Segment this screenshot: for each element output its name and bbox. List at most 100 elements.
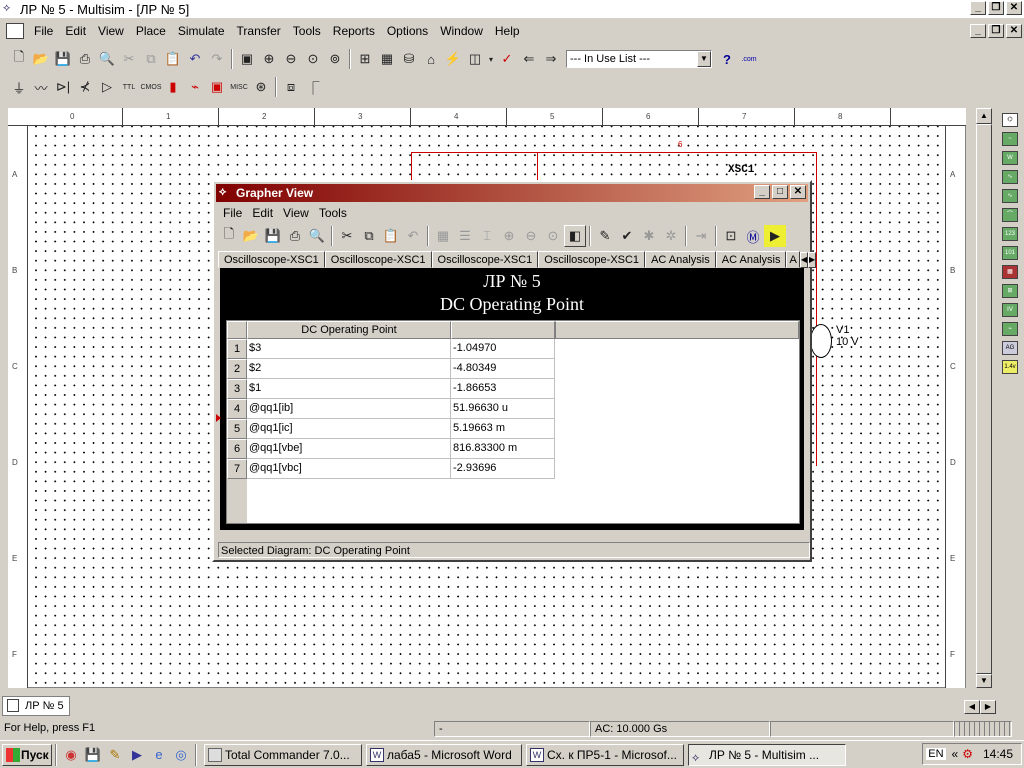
row-number[interactable]: 5 (227, 419, 247, 439)
pencil-icon[interactable]: ✎ (104, 744, 126, 766)
vertical-scrollbar[interactable]: ▲ ▼ (976, 108, 992, 688)
grapher-title-bar[interactable]: ⟡ Grapher View _ □ ✕ (216, 184, 808, 202)
bode-plotter-icon[interactable]: ⌒ (1002, 208, 1018, 222)
menu-options[interactable]: Options (381, 24, 434, 38)
bus-icon[interactable]: ⎾ (302, 76, 324, 98)
tray-expand-icon[interactable]: « (952, 747, 959, 761)
grapher-menu-tools[interactable]: Tools (314, 206, 352, 220)
cell-value[interactable]: -1.04970 (451, 339, 555, 359)
task-word-sh[interactable]: W Сх. к ПР5-1 - Microsof... (526, 743, 684, 766)
indicator-icon[interactable]: ▣ (206, 76, 228, 98)
cell-value[interactable]: -2.93696 (451, 459, 555, 479)
scroll-up-icon[interactable]: ▲ (976, 108, 992, 124)
save-icon[interactable]: 💾 (52, 48, 74, 70)
new-icon[interactable]: 🗋 (8, 48, 30, 70)
menu-transfer[interactable]: Transfer (231, 24, 287, 38)
cell-value[interactable]: -1.86653 (451, 379, 555, 399)
grapher-app-icon[interactable]: ⟡ (219, 186, 226, 199)
word-generator-icon[interactable]: 101 (1002, 246, 1018, 260)
wattmeter-icon[interactable]: W (1002, 151, 1018, 165)
source-icon[interactable]: ⏚ (8, 76, 30, 98)
tab-oscilloscope-2[interactable]: Oscilloscope-XSC1 (324, 251, 432, 268)
cell-value[interactable]: -4.80349 (451, 359, 555, 379)
tab-ac-analysis-1[interactable]: AC Analysis (645, 251, 716, 268)
doc-minimize-button[interactable]: _ (970, 24, 986, 38)
zoom-full-icon[interactable]: ⊙ (542, 225, 564, 247)
document-icon[interactable] (6, 23, 24, 39)
chrome-icon[interactable]: ◉ (60, 744, 82, 766)
diode-icon[interactable]: ⊳| (52, 76, 74, 98)
menu-help[interactable]: Help (489, 24, 526, 38)
tab-oscilloscope-3[interactable]: Oscilloscope-XSC1 (431, 251, 539, 268)
row-number[interactable]: 3 (227, 379, 247, 399)
misc-digital-icon[interactable]: ▮ (162, 76, 184, 98)
menu-edit[interactable]: Edit (59, 24, 92, 38)
restore-button[interactable]: ❐ (988, 1, 1004, 15)
oscilloscope-icon[interactable]: ∿ (1002, 170, 1018, 184)
basic-icon[interactable]: 〰 (30, 76, 52, 98)
cell-variable-name[interactable]: @qq1[ib] (247, 399, 451, 419)
print-preview-icon[interactable]: 🔍 (306, 225, 328, 247)
internet-explorer-icon[interactable]: e (148, 744, 170, 766)
start-button[interactable]: Пуск (2, 743, 52, 766)
tab-truncated[interactable]: A (786, 251, 800, 268)
scroll-thumb[interactable] (976, 124, 992, 674)
multimeter-icon[interactable]: ⌬ (1002, 113, 1018, 127)
doc-restore-button[interactable]: ❐ (988, 24, 1004, 38)
grapher-menu-view[interactable]: View (278, 206, 314, 220)
row-number[interactable]: 2 (227, 359, 247, 379)
zoom-out-icon[interactable]: ⊖ (520, 225, 542, 247)
labview-icon[interactable]: 1.4v (1002, 360, 1018, 374)
menu-place[interactable]: Place (130, 24, 172, 38)
tab-ac-analysis-2[interactable]: AC Analysis (715, 251, 787, 268)
properties-icon[interactable]: ✎ (594, 225, 616, 247)
row-number[interactable]: 4 (227, 399, 247, 419)
show-desktop-icon[interactable]: ◎ (170, 744, 192, 766)
zoom-fit-icon[interactable]: ⊚ (324, 48, 346, 70)
language-indicator[interactable]: EN (926, 748, 946, 760)
analog-icon[interactable]: ▷ (96, 76, 118, 98)
grapher-close-button[interactable]: ✕ (790, 185, 806, 199)
hierarchical-block-icon[interactable]: ⧈ (280, 76, 302, 98)
export-mathcad-icon[interactable]: Ⓜ (742, 225, 764, 247)
row-number[interactable]: 1 (227, 339, 247, 359)
grapher-menu-edit[interactable]: Edit (247, 206, 278, 220)
four-channel-oscilloscope-icon[interactable]: ∿ (1002, 189, 1018, 203)
zoom-area-icon[interactable]: ⊙ (302, 48, 324, 70)
task-total-commander[interactable]: Total Commander 7.0... (204, 743, 362, 766)
hscroll-left-icon[interactable]: ◀ (964, 700, 980, 714)
export-labview-icon[interactable]: ▶ (764, 225, 786, 247)
menu-view[interactable]: View (92, 24, 130, 38)
print-icon[interactable]: ⎙ (74, 48, 96, 70)
com-icon[interactable]: .com (738, 48, 760, 70)
cut-icon[interactable]: ✂ (336, 225, 358, 247)
column-header-value[interactable] (451, 321, 555, 339)
reverse-colors-icon[interactable]: ◧ (564, 225, 586, 247)
diagram-pane[interactable]: ЛР № 5 DC Operating Point DC Operating P… (220, 268, 804, 530)
zoom-in-icon[interactable]: ⊕ (258, 48, 280, 70)
in-use-list-dropdown[interactable]: --- In Use List --- ▼ (566, 50, 712, 68)
menu-file[interactable]: File (28, 24, 59, 38)
task-multisim[interactable]: ⟡ ЛР № 5 - Multisim ... (688, 743, 846, 766)
ttl-icon[interactable]: TTL (118, 76, 140, 98)
distortion-analyzer-icon[interactable]: ⌁ (1002, 322, 1018, 336)
logic-analyzer-icon[interactable]: ▦ (1002, 265, 1018, 279)
menu-window[interactable]: Window (434, 24, 489, 38)
new-icon[interactable]: 🗋 (218, 225, 240, 247)
transistor-icon[interactable]: ⊀ (74, 76, 96, 98)
open-icon[interactable]: 📂 (240, 225, 262, 247)
scroll-down-icon[interactable]: ▼ (976, 674, 992, 688)
cell-value[interactable]: 5.19663 m (451, 419, 555, 439)
spreadsheet-icon[interactable]: ▦ (376, 48, 398, 70)
grapher-dropdown-icon[interactable]: ▾ (486, 48, 496, 70)
open-icon[interactable]: 📂 (30, 48, 52, 70)
tab-scroll-right-icon[interactable]: ▶ (807, 252, 817, 268)
hscroll-right-icon[interactable]: ▶ (980, 700, 996, 714)
grapher-minimize-button[interactable]: _ (754, 185, 770, 199)
save-icon[interactable]: 💾 (82, 744, 104, 766)
legend-icon[interactable]: ☰ (454, 225, 476, 247)
copy-icon[interactable]: ⧉ (358, 225, 380, 247)
design-toolbox-icon[interactable]: ⊞ (354, 48, 376, 70)
print-preview-icon[interactable]: 🔍 (96, 48, 118, 70)
tab-scroll-left-icon[interactable]: ◀ (799, 252, 808, 268)
